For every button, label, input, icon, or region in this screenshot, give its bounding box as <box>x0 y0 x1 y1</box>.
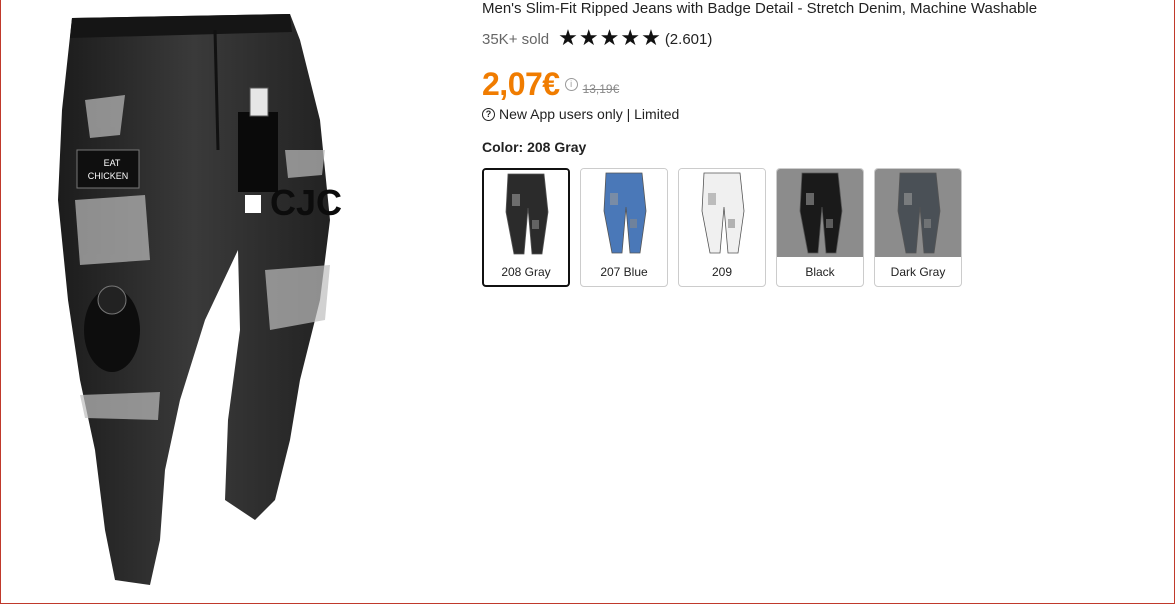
patch-text-eat: EAT <box>104 158 121 168</box>
rating-row: 35K+ sold ★ ★ ★ ★ ★ (2.601) <box>482 28 712 50</box>
current-price: 2,07€ <box>482 66 560 102</box>
price-row: 2,07€ i 13,19€ <box>482 66 619 103</box>
selected-color-label: Color: 208 Gray <box>482 139 587 155</box>
color-swatch[interactable]: 208 Gray <box>482 168 570 287</box>
color-swatch[interactable]: 209 <box>678 168 766 287</box>
promo-text: New App users only | Limited <box>499 106 680 122</box>
swatch-label: Black <box>805 265 835 279</box>
swatch-thumbnail <box>875 169 961 257</box>
product-main-image[interactable]: EAT CHICKEN CJC <box>0 0 440 604</box>
promo-notice[interactable]: ? New App users only | Limited <box>482 106 679 122</box>
swatch-thumbnail <box>581 169 667 257</box>
color-swatch[interactable]: Dark Gray <box>874 168 962 287</box>
color-swatch[interactable]: Black <box>776 168 864 287</box>
jeans-thumbnail-icon <box>603 172 647 254</box>
review-count[interactable]: (2.601) <box>665 31 713 48</box>
swatch-label: 208 Gray <box>501 265 551 279</box>
color-variant-list: 208 Gray 207 Blue 209 Black Dark Gray <box>482 168 962 287</box>
color-swatch[interactable]: 207 Blue <box>580 168 668 287</box>
brand-text-cjc: CJC <box>270 182 342 223</box>
info-icon[interactable]: i <box>564 78 578 91</box>
rating-stars[interactable]: ★ ★ ★ ★ ★ <box>558 26 661 51</box>
swatch-label: 209 <box>711 265 733 279</box>
product-title[interactable]: Men's Slim-Fit Ripped Jeans with Badge D… <box>482 0 1037 18</box>
jeans-thumbnail-icon <box>897 172 941 254</box>
swatch-label: Dark Gray <box>890 265 946 279</box>
star-icon: ★ <box>641 26 661 51</box>
star-icon: ★ <box>578 26 599 51</box>
swatch-thumbnail <box>679 169 765 257</box>
star-icon: ★ <box>620 26 641 51</box>
patch-text-chicken: CHICKEN <box>88 171 129 181</box>
question-icon: ? <box>482 107 495 121</box>
swatch-thumbnail <box>484 170 568 258</box>
original-price: 13,19€ <box>582 82 620 96</box>
sold-count: 35K+ sold <box>482 30 550 48</box>
jeans-thumbnail-icon <box>505 173 549 255</box>
swatch-label: 207 Blue <box>600 265 648 279</box>
jeans-thumbnail-icon <box>701 172 745 254</box>
jeans-illustration: EAT CHICKEN CJC <box>58 14 342 585</box>
swatch-thumbnail <box>777 169 863 257</box>
star-icon: ★ <box>558 26 578 51</box>
star-icon: ★ <box>599 26 620 51</box>
jeans-thumbnail-icon <box>799 172 843 254</box>
